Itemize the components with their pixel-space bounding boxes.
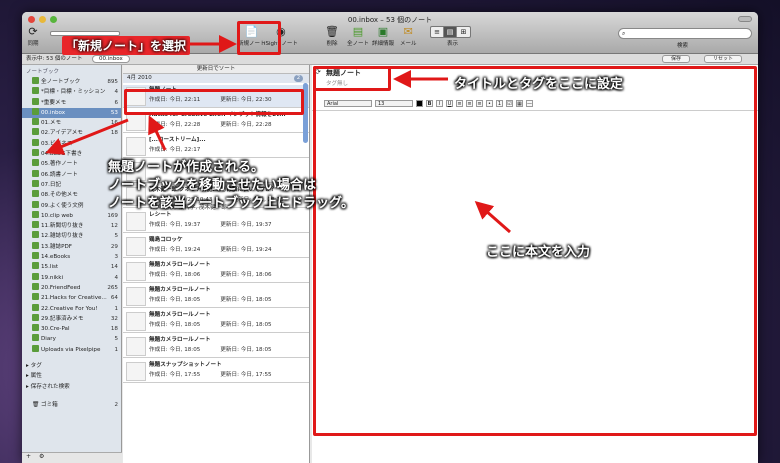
callout-new-note: 「新規ノート」を選択 [62, 36, 191, 55]
callout-created-3: ノートを該当ノートブック上にドラッグ。 [108, 196, 354, 211]
annotation-arrows [45, 35, 511, 234]
callout-body: ここに本文を入力 [486, 245, 591, 260]
callout-title-tags: タイトルとタグをここに設定 [454, 77, 624, 92]
arrow-to-created-note [148, 115, 167, 151]
arrow-to-notebook [45, 118, 129, 155]
arrow-to-body [474, 201, 511, 234]
